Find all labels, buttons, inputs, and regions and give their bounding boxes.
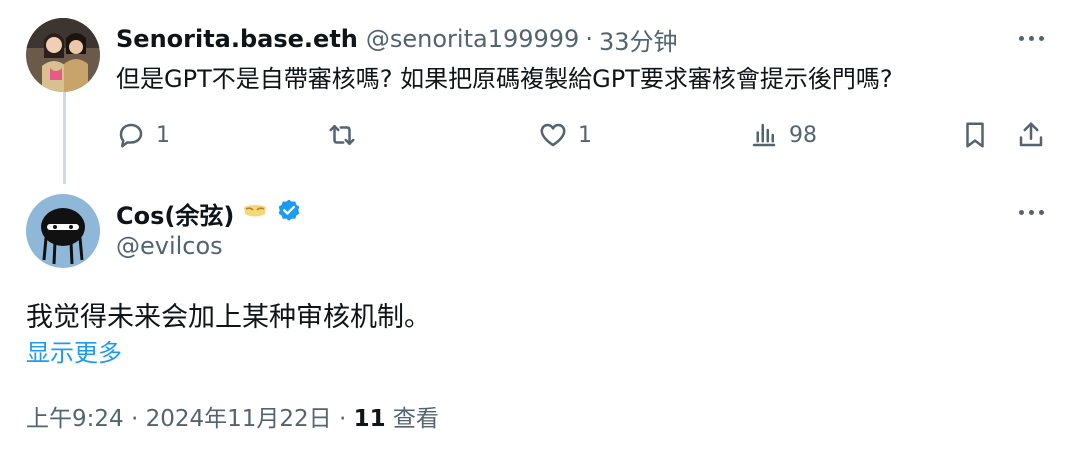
bookmark-icon: [966, 122, 984, 148]
reply-button[interactable]: 1: [116, 112, 170, 158]
tweet-meta: 上午9:24 · 2024年11月22日 · 11 查看: [26, 402, 439, 436]
share-button[interactable]: [1016, 112, 1046, 158]
more-icon[interactable]: [1011, 202, 1051, 222]
like-count: 1: [578, 122, 592, 148]
more-icon[interactable]: [1011, 28, 1051, 48]
reply-action-bar: 1 1 98: [0, 112, 1075, 158]
reply-icon: [119, 123, 143, 148]
like-button[interactable]: 1: [538, 112, 592, 158]
verified-badge-icon[interactable]: [276, 198, 302, 228]
reply-text: 但是GPT不是自帶審核嗎? 如果把原碼複製給GPT要求審核會提示後門嗎?: [116, 65, 893, 93]
retweet-icon: [329, 125, 355, 145]
tweet-author-row: Cos(余弦): [116, 196, 302, 230]
avatar-evilcos[interactable]: [26, 194, 100, 268]
mask-emoji-icon: [242, 201, 268, 225]
share-icon: [1019, 122, 1043, 147]
avatar-senorita[interactable]: [26, 18, 100, 92]
bookmark-button[interactable]: [960, 112, 990, 158]
views-button[interactable]: 98: [749, 112, 817, 158]
tweet-author-name[interactable]: Cos(余弦): [116, 196, 234, 231]
tweet-text: 我觉得未来会加上某种审核机制。: [26, 302, 431, 333]
reply-tweet: Senorita.base.eth @senorita199999 · 33分钟…: [0, 0, 1075, 180]
reply-time[interactable]: 33分钟: [599, 22, 678, 57]
views-icon: [752, 123, 776, 147]
reply-count: 1: [156, 122, 170, 148]
reply-header: Senorita.base.eth @senorita199999 · 33分钟: [116, 22, 678, 56]
retweet-button[interactable]: [327, 112, 357, 158]
reply-author-handle[interactable]: @senorita199999: [366, 25, 579, 53]
tweet-views-count: 11: [353, 406, 386, 432]
show-more-link[interactable]: 显示更多: [26, 336, 122, 370]
tweet-views-label: 查看: [392, 406, 439, 432]
separator-dot: ·: [585, 25, 593, 53]
reply-author-name[interactable]: Senorita.base.eth: [116, 25, 358, 53]
tweet-timestamp[interactable]: 上午9:24 · 2024年11月22日 ·: [26, 406, 346, 432]
tweet-author-handle[interactable]: @evilcos: [116, 232, 223, 260]
view-count: 98: [789, 122, 817, 148]
like-icon: [540, 123, 566, 147]
